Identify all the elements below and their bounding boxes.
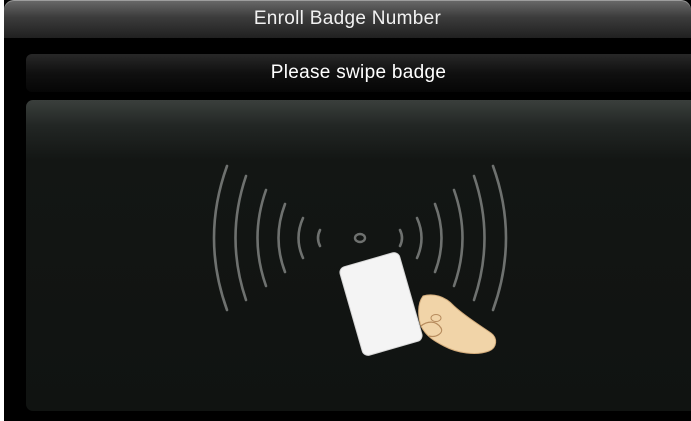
reader-center-dot	[353, 232, 367, 244]
title-bar: Enroll Badge Number	[4, 0, 691, 38]
badge-swipe-icon	[212, 164, 508, 356]
wave-left-1	[316, 228, 322, 248]
page-title: Enroll Badge Number	[253, 8, 442, 29]
wave-left-3	[277, 202, 287, 274]
wave-right-6	[491, 164, 508, 312]
wave-left-6	[212, 164, 229, 312]
badge-enroll-screen: Enroll Badge Number Please swipe badge	[0, 0, 691, 421]
signal-waves-right	[398, 164, 508, 312]
wave-right-5	[472, 174, 486, 302]
wave-right-2	[415, 216, 423, 260]
badge-card-icon	[339, 252, 423, 356]
wave-left-5	[234, 174, 248, 302]
wave-right-3	[433, 202, 443, 274]
badge-card	[339, 252, 423, 356]
hand-icon	[418, 294, 497, 354]
prompt-bar: Please swipe badge	[26, 54, 691, 92]
prompt-text: Please swipe badge	[270, 62, 447, 83]
wave-right-4	[452, 188, 464, 288]
wave-right-1	[398, 228, 404, 248]
wave-left-4	[256, 188, 268, 288]
hand-fill	[418, 294, 497, 354]
signal-waves-left	[212, 164, 322, 312]
wave-left-2	[297, 216, 305, 260]
